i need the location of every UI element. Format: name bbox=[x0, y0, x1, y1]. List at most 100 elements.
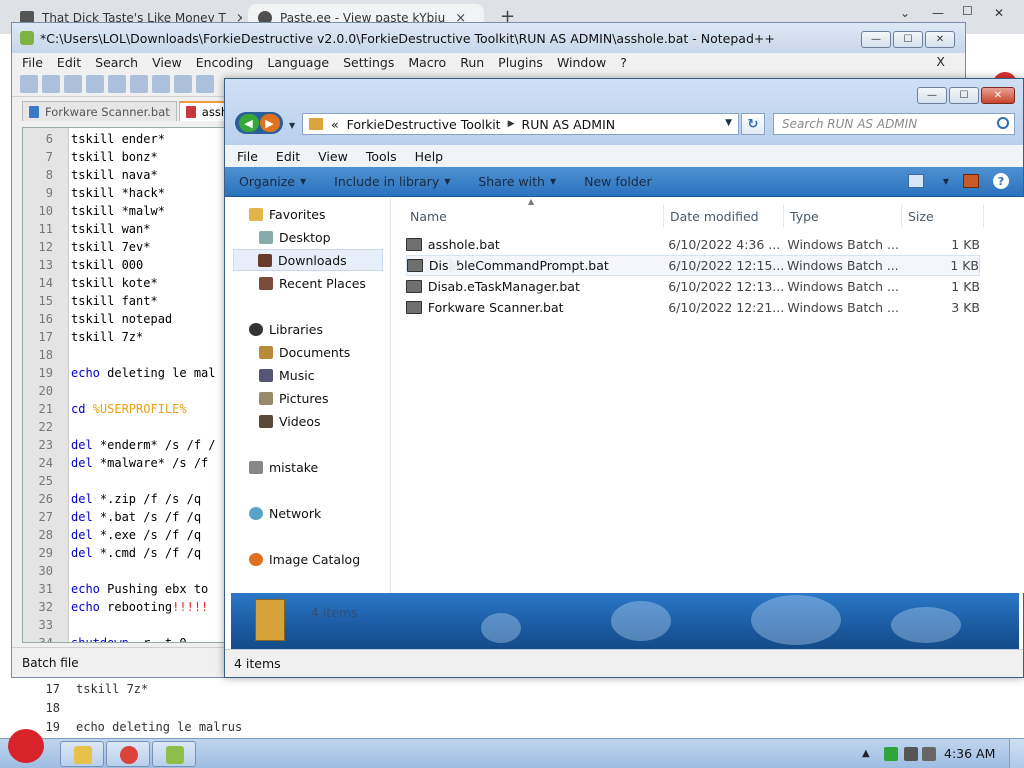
taskbar-notepad-plus-plus[interactable] bbox=[152, 741, 196, 767]
explorer-menu-view[interactable]: View bbox=[318, 149, 348, 164]
code-line[interactable]: 26 del *.zip /f /s /q bbox=[23, 490, 225, 508]
print-icon[interactable] bbox=[152, 74, 170, 93]
code-line[interactable]: 15 tskill fant* bbox=[23, 292, 225, 310]
start-button[interactable] bbox=[4, 729, 48, 768]
menu-language[interactable]: Language bbox=[267, 55, 329, 70]
open-file-icon[interactable] bbox=[42, 74, 60, 93]
code-line[interactable]: 19 echo deleting le mal bbox=[23, 364, 225, 382]
nav-documents[interactable]: Documents bbox=[259, 341, 350, 363]
include-in-library-button[interactable]: Include in library ▼ bbox=[334, 174, 450, 189]
explorer-menu-file[interactable]: File bbox=[237, 149, 258, 164]
menu-search[interactable]: Search bbox=[95, 55, 138, 70]
notepad-title-bar[interactable]: *C:\Users\LOL\Downloads\ForkieDestructiv… bbox=[12, 23, 965, 53]
code-line[interactable]: 6 tskill ender* bbox=[23, 130, 225, 148]
chevron-down-icon[interactable]: ▼ bbox=[943, 177, 949, 186]
explorer-maximize-button[interactable]: ☐ bbox=[949, 87, 979, 104]
code-line[interactable]: 34 shutdown -r -t 0 bbox=[23, 634, 225, 642]
code-line[interactable]: 23 del *enderm* /s /f / bbox=[23, 436, 225, 454]
new-folder-button[interactable]: New folder bbox=[584, 174, 652, 189]
file-row[interactable]: Forkware Scanner.bat 6/10/2022 12:21... … bbox=[406, 297, 980, 318]
explorer-menu-tools[interactable]: Tools bbox=[366, 149, 397, 164]
menu-encoding[interactable]: Encoding bbox=[196, 55, 254, 70]
explorer-title-bar[interactable] bbox=[225, 79, 1023, 145]
menu-macro[interactable]: Macro bbox=[408, 55, 446, 70]
browser-maximize-button[interactable]: ☐ bbox=[962, 4, 973, 24]
clock[interactable]: 4:36 AM bbox=[944, 746, 995, 761]
menu-plugins[interactable]: Plugins bbox=[498, 55, 543, 70]
menu-file[interactable]: File bbox=[22, 55, 43, 70]
code-line[interactable]: 13 tskill 000 bbox=[23, 256, 225, 274]
code-line[interactable]: 27 del *.bat /s /f /q bbox=[23, 508, 225, 526]
change-view-icon[interactable] bbox=[907, 174, 924, 188]
notepad-minimize-button[interactable]: — bbox=[861, 31, 891, 48]
code-line[interactable]: 12 tskill 7ev* bbox=[23, 238, 225, 256]
nav-recent-places[interactable]: Recent Places bbox=[259, 272, 366, 294]
code-line[interactable]: 28 del *.exe /s /f /q bbox=[23, 526, 225, 544]
file-row[interactable]: asshole.bat 6/10/2022 4:36 ... Windows B… bbox=[406, 234, 980, 255]
back-button[interactable]: ◀ bbox=[238, 114, 259, 132]
column-size[interactable]: Size bbox=[902, 205, 984, 227]
address-dropdown-icon[interactable]: ▼ bbox=[725, 118, 732, 128]
code-line[interactable]: 29 del *.cmd /s /f /q bbox=[23, 544, 225, 562]
code-line[interactable]: 9 tskill *hack* bbox=[23, 184, 225, 202]
new-file-icon[interactable] bbox=[20, 74, 38, 93]
taskbar-chrome[interactable] bbox=[106, 741, 150, 767]
show-hidden-icons-icon[interactable]: ▲ bbox=[862, 748, 870, 759]
breadcrumb-run-as-admin[interactable]: RUN AS ADMIN bbox=[522, 117, 616, 132]
menu-settings[interactable]: Settings bbox=[343, 55, 394, 70]
nav-downloads[interactable]: Downloads bbox=[233, 249, 383, 271]
explorer-menu-help[interactable]: Help bbox=[415, 149, 444, 164]
save-icon[interactable] bbox=[64, 74, 82, 93]
nav-music[interactable]: Music bbox=[259, 364, 315, 386]
nav-desktop[interactable]: Desktop bbox=[259, 226, 331, 248]
volume-icon[interactable] bbox=[922, 747, 936, 761]
share-with-button[interactable]: Share with ▼ bbox=[478, 174, 556, 189]
code-line[interactable]: 11 tskill wan* bbox=[23, 220, 225, 238]
explorer-close-button[interactable]: ✕ bbox=[981, 87, 1015, 104]
code-line[interactable]: 20 bbox=[23, 382, 225, 400]
code-line[interactable]: 8 tskill nava* bbox=[23, 166, 225, 184]
menu-edit[interactable]: Edit bbox=[57, 55, 81, 70]
code-line[interactable]: 24 del *malware* /s /f bbox=[23, 454, 225, 472]
file-row[interactable]: Disab.eTaskManager.bat 6/10/2022 12:13..… bbox=[406, 276, 980, 297]
nav-network[interactable]: Network bbox=[249, 502, 321, 524]
code-line[interactable]: 31 echo Pushing ebx to bbox=[23, 580, 225, 598]
close-all-icon[interactable] bbox=[130, 74, 148, 93]
nav-favorites[interactable]: Favorites bbox=[249, 203, 325, 225]
explorer-minimize-button[interactable]: — bbox=[917, 87, 947, 104]
code-line[interactable]: 17 tskill 7z* bbox=[23, 328, 225, 346]
nav-pictures[interactable]: Pictures bbox=[259, 387, 329, 409]
recent-pages-dropdown-icon[interactable]: ▼ bbox=[289, 121, 295, 130]
menu-view[interactable]: View bbox=[152, 55, 182, 70]
network-tray-icon[interactable] bbox=[904, 747, 918, 761]
refresh-button[interactable]: ↻ bbox=[741, 113, 765, 135]
menu-help[interactable]: ? bbox=[620, 55, 627, 70]
show-desktop-button[interactable] bbox=[1009, 739, 1024, 768]
organize-button[interactable]: Organize ▼ bbox=[239, 174, 306, 189]
tab-forkware-scanner[interactable]: Forkware Scanner.bat bbox=[22, 101, 177, 121]
code-line[interactable]: 16 tskill notepad bbox=[23, 310, 225, 328]
nav-libraries[interactable]: Libraries bbox=[249, 318, 323, 340]
code-line[interactable]: 22 bbox=[23, 418, 225, 436]
code-line[interactable]: 14 tskill kote* bbox=[23, 274, 225, 292]
taskbar-explorer[interactable] bbox=[60, 741, 104, 767]
cut-icon[interactable] bbox=[174, 74, 192, 93]
help-icon[interactable]: ? bbox=[993, 173, 1009, 189]
menu-window[interactable]: Window bbox=[557, 55, 606, 70]
breadcrumb-toolkit[interactable]: ForkieDestructive Toolkit bbox=[347, 117, 501, 132]
nav-videos[interactable]: Videos bbox=[259, 410, 321, 432]
address-bar[interactable]: « ForkieDestructive Toolkit ▶ RUN AS ADM… bbox=[302, 113, 739, 135]
close-document-icon[interactable]: X bbox=[936, 54, 945, 69]
battery-icon[interactable] bbox=[884, 747, 898, 761]
code-line[interactable]: 33 bbox=[23, 616, 225, 634]
nav-mistake[interactable]: mistake bbox=[249, 456, 318, 478]
copy-icon[interactable] bbox=[196, 74, 214, 93]
explorer-menu-edit[interactable]: Edit bbox=[276, 149, 300, 164]
forward-button[interactable]: ▶ bbox=[259, 114, 280, 132]
save-all-icon[interactable] bbox=[86, 74, 104, 93]
search-input[interactable]: Search RUN AS ADMIN bbox=[773, 113, 1015, 135]
breadcrumb-separator-icon[interactable]: ▶ bbox=[508, 119, 515, 129]
browser-close-button[interactable]: ✕ bbox=[994, 6, 1004, 26]
code-line[interactable]: 25 bbox=[23, 472, 225, 490]
file-row[interactable]: DisableCommandPrompt.bat 6/10/2022 12:15… bbox=[406, 255, 980, 276]
